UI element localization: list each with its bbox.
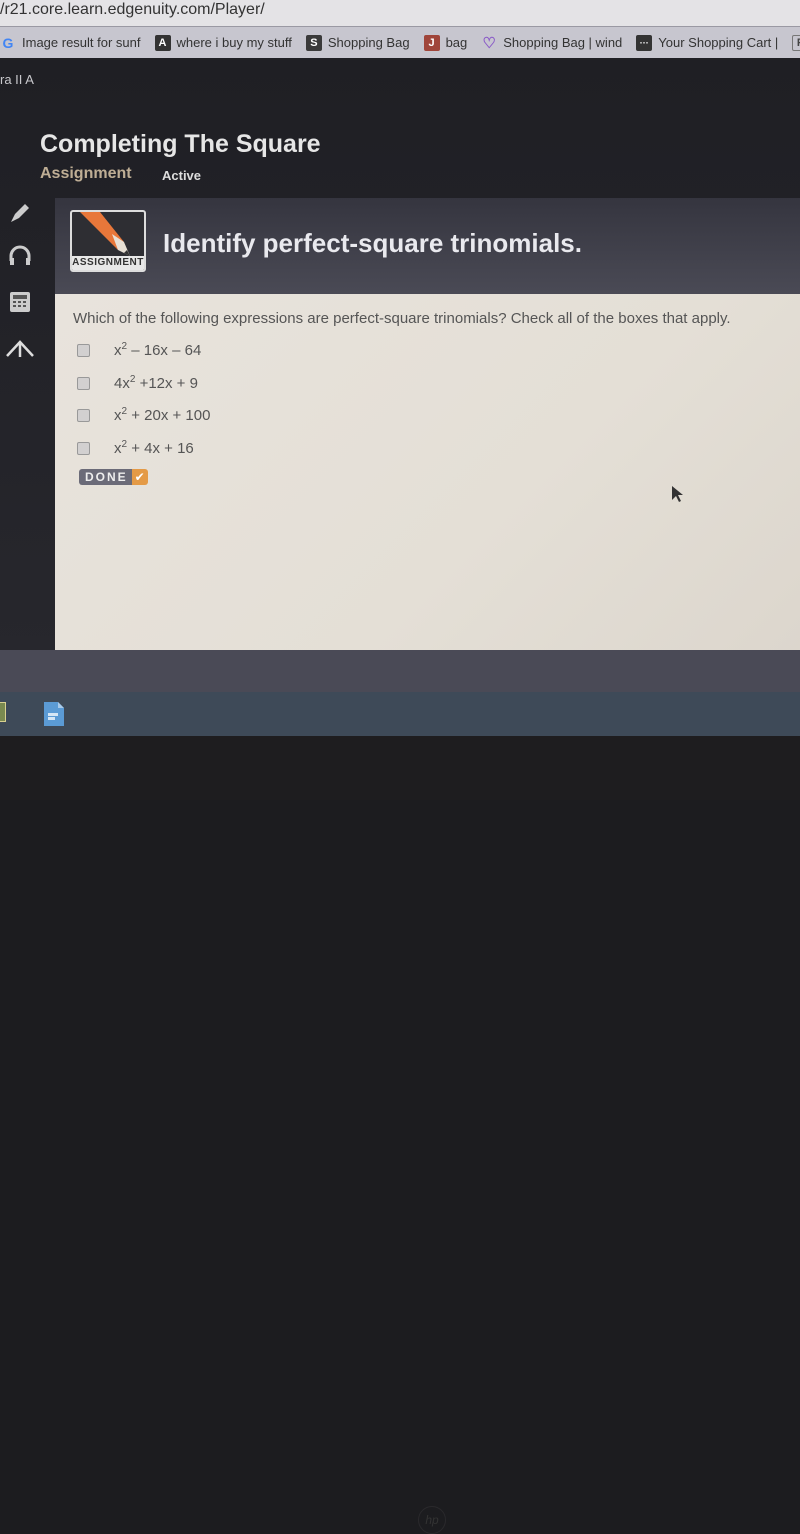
calculator-tool[interactable] — [0, 282, 40, 322]
headphones-icon — [9, 245, 31, 265]
player-app: ra II A Completing The Square Assignment… — [0, 58, 800, 658]
choice-checkbox[interactable] — [77, 408, 90, 422]
lesson-banner: ASSIGNMENT Identify perfect-square trino… — [55, 198, 800, 294]
choice-expression: 4x2 +12x + 9 — [114, 374, 198, 392]
bookmark-image-result[interactable]: G Image result for sunf — [0, 35, 141, 51]
question-panel: Which of the following expressions are p… — [55, 294, 800, 654]
lesson-title: Identify perfect-square trinomials. — [163, 228, 582, 258]
bookmark-shopping-bag[interactable]: S Shopping Bag — [305, 34, 410, 51]
window-bottom-strip — [0, 650, 800, 692]
assignment-badge: ASSIGNMENT — [70, 210, 146, 272]
bookmarks-bar: G Image result for sunf Awhere i buy my s… — [0, 26, 800, 58]
laptop-bezel: hp — [0, 736, 800, 1534]
bookmark-where-i-buy[interactable]: Awhere i buy my stuff — [154, 34, 292, 51]
address-bar[interactable]: /r21.core.learn.edgenuity.com/Player/ — [0, 0, 800, 26]
question-text: Which of the following expressions are p… — [73, 310, 731, 327]
course-name[interactable]: ra II A — [0, 72, 34, 87]
heart-icon: ♡ — [482, 34, 496, 52]
choice-expression: x2 + 4x + 16 — [114, 439, 194, 457]
choice-row[interactable]: x2 + 4x + 16 — [77, 439, 194, 457]
activity-type: Assignment — [40, 165, 132, 182]
calculator-icon — [10, 292, 30, 312]
pencil-tool[interactable] — [0, 193, 40, 233]
google-icon: G — [2, 34, 14, 51]
mouse-cursor-icon — [672, 486, 683, 502]
choice-row[interactable]: x2 + 20x + 100 — [77, 406, 210, 424]
bookmark-f[interactable]: F — [792, 34, 800, 51]
pencil-icon — [11, 204, 29, 222]
activity-status: Active — [162, 168, 202, 183]
f-site-icon: F — [792, 34, 800, 51]
hp-logo: hp — [418, 1506, 446, 1534]
choice-expression: x2 – 16x – 64 — [114, 341, 202, 359]
dots-site-icon: ··· — [636, 34, 653, 51]
s-site-icon: S — [305, 34, 322, 51]
pencil-badge-icon — [80, 212, 130, 256]
audio-tool[interactable] — [0, 236, 40, 276]
taskbar-app-icon[interactable] — [0, 702, 6, 722]
bookmark-bag[interactable]: Jbag — [423, 34, 467, 51]
bookmark-shopping-cart[interactable]: ··· Your Shopping Cart | — [636, 34, 778, 51]
j-site-icon: J — [423, 34, 440, 51]
choice-row[interactable]: 4x2 +12x + 9 — [77, 374, 198, 392]
bookmark-shopping-bag-wind[interactable]: ♡ Shopping Bag | wind — [481, 34, 623, 52]
checkmark-icon: ✔ — [131, 469, 148, 485]
url-text: /r21.core.learn.edgenuity.com/Player/ — [0, 1, 265, 18]
graph-tool[interactable] — [0, 328, 40, 368]
taskbar — [0, 692, 800, 736]
badge-label: ASSIGNMENT — [72, 256, 144, 270]
done-button[interactable]: DONE ✔ — [79, 469, 148, 485]
choice-checkbox[interactable] — [77, 343, 90, 357]
a-site-icon: A — [154, 34, 171, 51]
choice-expression: x2 + 20x + 100 — [114, 406, 211, 424]
graph-icon — [6, 340, 34, 357]
choice-checkbox[interactable] — [77, 376, 90, 390]
done-label: DONE — [79, 469, 132, 485]
page-title: Completing The Square — [40, 130, 321, 158]
document-icon[interactable] — [43, 701, 65, 727]
choice-checkbox[interactable] — [77, 441, 90, 455]
choice-row[interactable]: x2 – 16x – 64 — [77, 341, 201, 359]
